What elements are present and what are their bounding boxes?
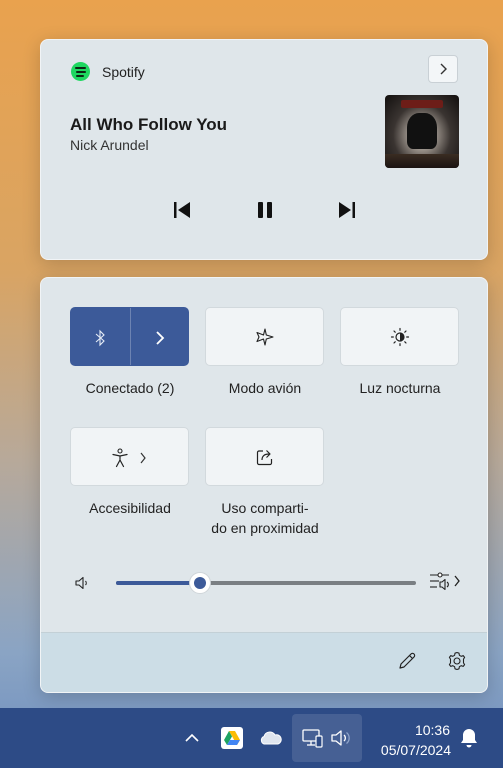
- airplane-mode-tile[interactable]: [205, 307, 324, 366]
- bluetooth-icon: [95, 329, 105, 347]
- open-settings-button[interactable]: [447, 651, 467, 676]
- volume-slider-fill: [116, 581, 200, 585]
- spotify-logo-icon: [71, 62, 90, 81]
- taskbar: 10:36 05/07/2024: [0, 708, 503, 768]
- airplane-mode-label: Modo avión: [228, 380, 302, 396]
- bell-icon: [461, 729, 477, 748]
- quick-settings-footer: [41, 632, 487, 692]
- previous-track-button[interactable]: [166, 195, 198, 225]
- chevron-up-icon: [185, 733, 199, 742]
- media-app-header: Spotify: [71, 62, 145, 81]
- network-icon: [302, 729, 323, 748]
- chevron-right-icon: [140, 452, 146, 464]
- accessibility-icon: [112, 448, 128, 468]
- speaker-icon: [75, 576, 87, 590]
- pause-button[interactable]: [249, 195, 281, 225]
- quick-settings-panel: Conectado (2) Modo avión Luz nocturna Ac…: [40, 277, 488, 693]
- accessibility-tile[interactable]: [70, 427, 189, 486]
- chevron-right-icon[interactable]: [155, 331, 165, 345]
- skip-next-icon: [339, 202, 355, 218]
- speaker-icon: [331, 730, 350, 746]
- nearby-share-label: Uso comparti- do en proximidad: [211, 500, 319, 536]
- system-tray-group[interactable]: [292, 714, 362, 762]
- nearby-share-icon: [256, 449, 272, 465]
- onedrive-tray-button[interactable]: [259, 730, 283, 746]
- media-player-panel: Spotify All Who Follow You Nick Arundel: [40, 39, 488, 260]
- open-media-app-button[interactable]: [428, 55, 458, 83]
- volume-slider[interactable]: [116, 572, 416, 594]
- audio-mixer-icon: [430, 572, 449, 591]
- nearby-share-tile[interactable]: [205, 427, 324, 486]
- volume-tray-button[interactable]: [330, 728, 352, 748]
- onedrive-cloud-icon: [260, 731, 282, 745]
- song-title: All Who Follow You: [70, 115, 228, 134]
- bluetooth-tile[interactable]: [70, 307, 189, 366]
- pause-icon: [258, 202, 272, 218]
- volume-slider-thumb[interactable]: [189, 572, 211, 594]
- media-app-name: Spotify: [102, 63, 145, 80]
- show-hidden-icons-button[interactable]: [182, 728, 202, 748]
- accessibility-label: Accesibilidad: [89, 500, 171, 516]
- clock-date: 05/07/2024: [380, 742, 451, 758]
- taskbar-clock[interactable]: 10:36 05/07/2024: [381, 720, 451, 760]
- night-light-tile[interactable]: [340, 307, 459, 366]
- bluetooth-tile-label: Conectado (2): [85, 380, 175, 396]
- chevron-right-icon: [454, 575, 460, 587]
- audio-output-button[interactable]: [429, 571, 461, 591]
- mute-button[interactable]: [74, 575, 90, 596]
- night-light-icon: [390, 327, 409, 346]
- notifications-button[interactable]: [458, 727, 480, 749]
- gear-icon: [448, 651, 466, 671]
- edit-quick-settings-button[interactable]: [397, 651, 417, 676]
- clock-time: 10:36: [414, 722, 450, 738]
- network-tray-button[interactable]: [301, 727, 323, 749]
- skip-previous-icon: [174, 202, 190, 218]
- google-drive-tray-button[interactable]: [221, 727, 243, 749]
- airplane-icon: [255, 327, 274, 346]
- pencil-icon: [399, 652, 416, 669]
- night-light-label: Luz nocturna: [359, 380, 441, 396]
- album-art: [385, 95, 459, 168]
- next-track-button[interactable]: [331, 195, 363, 225]
- chevron-right-icon: [440, 63, 447, 75]
- song-artist: Nick Arundel: [70, 137, 149, 153]
- google-drive-icon: [221, 727, 243, 749]
